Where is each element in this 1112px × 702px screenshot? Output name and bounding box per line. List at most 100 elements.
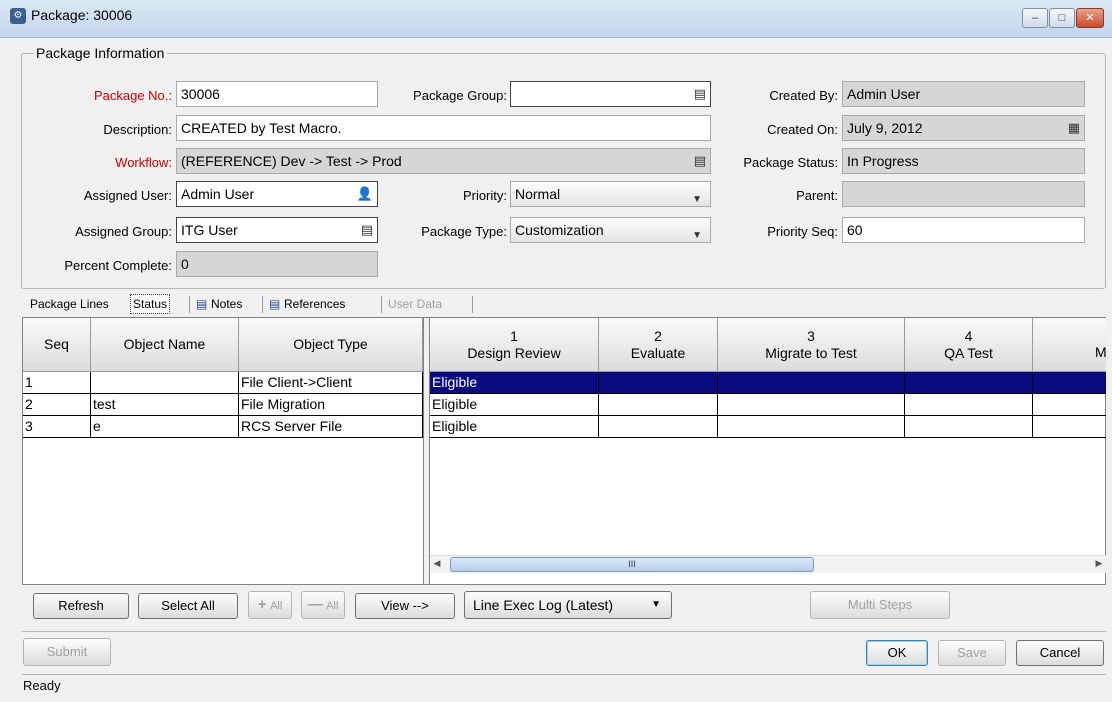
- package-type-dropdown[interactable]: Customization ▼: [510, 217, 711, 243]
- table-cell-step-status[interactable]: [1033, 372, 1106, 394]
- created-on-value: July 9, 2012: [847, 120, 923, 136]
- minimize-button[interactable]: –: [1022, 8, 1048, 28]
- tab-divider: [381, 296, 382, 313]
- scroll-right-icon[interactable]: ▶: [1092, 558, 1106, 569]
- created-by-field: Admin User: [842, 81, 1085, 107]
- refresh-button[interactable]: Refresh: [33, 593, 129, 619]
- expand-all-label: All: [270, 600, 283, 612]
- expand-all-button: + All: [248, 591, 292, 619]
- view-button[interactable]: View -->: [355, 593, 455, 619]
- parent-field: [842, 181, 1085, 207]
- package-group-field[interactable]: ▤: [510, 81, 711, 107]
- table-cell-object-type[interactable]: RCS Server File: [239, 416, 423, 438]
- status-text: Ready: [23, 678, 61, 693]
- close-button[interactable]: ✕: [1076, 8, 1104, 28]
- maximize-button[interactable]: □: [1049, 8, 1075, 28]
- table-cell-object-name[interactable]: [91, 372, 239, 394]
- table-cell-seq[interactable]: 3: [23, 416, 91, 438]
- status-bar: [22, 674, 1106, 698]
- tab-references[interactable]: References: [284, 293, 345, 315]
- column-header-step-2[interactable]: 2 Evaluate: [599, 318, 718, 372]
- priority-dropdown[interactable]: Normal ▼: [510, 181, 711, 207]
- ok-button[interactable]: OK: [866, 640, 928, 666]
- step-name: Design Review: [467, 344, 561, 361]
- select-all-button[interactable]: Select All: [138, 593, 238, 619]
- package-group-label: Package Group:: [413, 88, 507, 103]
- log-select-dropdown[interactable]: Line Exec Log (Latest) ▼: [464, 591, 672, 619]
- table-cell-seq[interactable]: 1: [23, 372, 91, 394]
- column-header-step-1[interactable]: 1 Design Review: [430, 318, 599, 372]
- priority-value: Normal: [515, 186, 561, 202]
- tab-divider: [189, 296, 190, 313]
- column-header-step-5[interactable]: Migr: [1033, 318, 1106, 372]
- created-on-field: July 9, 2012 ▦: [842, 115, 1085, 141]
- priority-seq-label: Priority Seq:: [767, 224, 838, 239]
- references-icon: ▤: [269, 297, 281, 311]
- workflow-label: Workflow:: [115, 155, 172, 170]
- step-name: Evaluate: [630, 344, 686, 361]
- table-cell-step-status[interactable]: Eligible: [430, 416, 599, 438]
- table-cell-step-status[interactable]: [905, 416, 1033, 438]
- table-cell-step-status[interactable]: Eligible: [430, 372, 599, 394]
- scrollbar-thumb[interactable]: III: [450, 557, 814, 572]
- tab-status[interactable]: Status: [130, 294, 171, 314]
- app-icon: ⚙: [10, 8, 26, 24]
- collapse-all-label: All: [326, 600, 339, 612]
- percent-complete-label: Percent Complete:: [64, 258, 172, 273]
- workflow-value: (REFERENCE) Dev -> Test -> Prod: [181, 153, 402, 169]
- save-button: Save: [938, 640, 1006, 666]
- step-number: 2: [654, 327, 662, 344]
- package-no-field[interactable]: 30006: [176, 81, 378, 107]
- log-select-value: Line Exec Log (Latest): [473, 597, 614, 613]
- step-name: Migr: [1095, 344, 1106, 360]
- table-cell-step-status[interactable]: [599, 372, 718, 394]
- table-cell-object-name[interactable]: e: [91, 416, 239, 438]
- list-icon[interactable]: ▤: [694, 86, 706, 102]
- tab-package-lines[interactable]: Package Lines: [30, 293, 109, 315]
- column-header-object-name[interactable]: Object Name: [91, 318, 239, 372]
- table-cell-object-type[interactable]: File Client->Client: [239, 372, 423, 394]
- assigned-group-value: ITG User: [181, 222, 238, 238]
- table-cell-seq[interactable]: 2: [23, 394, 91, 416]
- assigned-user-field[interactable]: Admin User 👤: [176, 181, 378, 207]
- assigned-group-field[interactable]: ITG User ▤: [176, 217, 378, 243]
- description-field[interactable]: CREATED by Test Macro.: [176, 115, 711, 141]
- horizontal-scrollbar[interactable]: ◀ III ▶: [430, 555, 1106, 573]
- package-type-value: Customization: [515, 222, 604, 238]
- chevron-down-icon: ▼: [692, 230, 702, 241]
- table-cell-step-status[interactable]: [718, 372, 905, 394]
- step-number: 3: [807, 327, 815, 344]
- column-header-object-type[interactable]: Object Type: [239, 318, 423, 372]
- package-status-label: Package Status:: [743, 155, 838, 170]
- table-cell-step-status[interactable]: [905, 394, 1033, 416]
- table-cell-object-name[interactable]: test: [91, 394, 239, 416]
- column-header-step-3[interactable]: 3 Migrate to Test: [718, 318, 905, 372]
- scroll-left-icon[interactable]: ◀: [430, 558, 444, 569]
- table-cell-step-status[interactable]: [599, 394, 718, 416]
- cancel-button[interactable]: Cancel: [1016, 640, 1104, 666]
- table-cell-step-status[interactable]: [599, 416, 718, 438]
- priority-seq-field[interactable]: 60: [842, 217, 1085, 243]
- tab-notes[interactable]: Notes: [211, 293, 242, 315]
- table-cell-step-status[interactable]: [1033, 394, 1106, 416]
- table-cell-step-status[interactable]: [718, 394, 905, 416]
- minus-icon: —: [307, 596, 323, 613]
- column-header-step-4[interactable]: 4 QA Test: [905, 318, 1033, 372]
- package-lines-table: Seq Object Name Object Type 1 File Clien…: [23, 318, 423, 584]
- table-cell-step-status[interactable]: [905, 372, 1033, 394]
- group-legend: Package Information: [33, 45, 168, 61]
- column-header-seq[interactable]: Seq: [23, 318, 91, 372]
- tab-divider: [262, 296, 263, 313]
- table-cell-step-status[interactable]: [1033, 416, 1106, 438]
- divider: [22, 631, 1106, 632]
- chevron-down-icon: ▼: [692, 194, 702, 205]
- user-picker-icon[interactable]: 👤: [357, 186, 373, 202]
- table-cell-step-status[interactable]: [718, 416, 905, 438]
- assigned-user-label: Assigned User:: [83, 188, 172, 203]
- table-cell-object-type[interactable]: File Migration: [239, 394, 423, 416]
- list-icon[interactable]: ▤: [361, 222, 373, 238]
- plus-icon: +: [257, 596, 267, 613]
- package-status-field: In Progress: [842, 148, 1085, 174]
- parent-label: Parent:: [796, 188, 838, 203]
- table-cell-step-status[interactable]: Eligible: [430, 394, 599, 416]
